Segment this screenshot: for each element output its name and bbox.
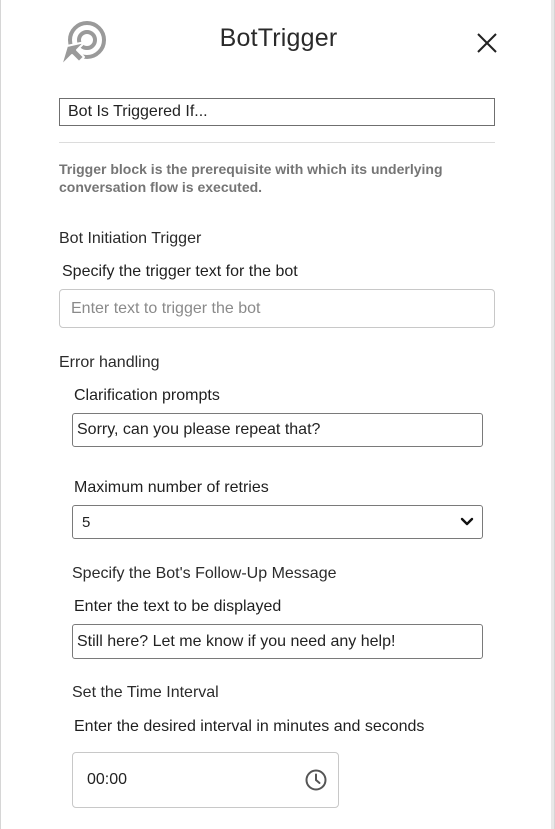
time-interval-input[interactable]: 00:00	[72, 752, 339, 808]
trigger-text-input[interactable]	[59, 289, 495, 328]
chevron-down-icon	[460, 517, 474, 526]
time-interval-section-label: Set the Time Interval	[72, 684, 219, 701]
header-divider	[59, 142, 495, 143]
clock-icon[interactable]	[304, 768, 328, 792]
panel-scrollbar-edge	[551, 0, 554, 829]
panel-header: BotTrigger	[1, 0, 555, 80]
initiation-section-label: Bot Initiation Trigger	[59, 230, 202, 247]
clarification-prompt-input[interactable]	[72, 413, 483, 447]
panel-title: BotTrigger	[219, 24, 338, 52]
follow-up-section-label: Specify the Bot's Follow-Up Message	[72, 565, 337, 582]
time-interval-value: 00:00	[87, 771, 128, 788]
trigger-description: Trigger block is the prerequisite with w…	[59, 161, 443, 195]
bot-trigger-panel: BotTrigger Trigger block is the prerequi…	[0, 0, 555, 829]
close-icon[interactable]	[474, 30, 500, 56]
max-retries-value: 5	[82, 514, 91, 531]
max-retries-label: Maximum number of retries	[74, 479, 269, 496]
clarification-prompts-label: Clarification prompts	[74, 387, 220, 404]
error-handling-section-label: Error handling	[59, 354, 160, 371]
trigger-text-label: Specify the trigger text for the bot	[62, 263, 298, 280]
follow-up-message-input[interactable]	[72, 624, 483, 659]
trigger-name-input[interactable]	[59, 98, 495, 126]
time-interval-label: Enter the desired interval in minutes an…	[74, 718, 425, 735]
max-retries-select[interactable]: 5	[72, 505, 483, 539]
follow-up-text-label: Enter the text to be displayed	[74, 598, 282, 615]
